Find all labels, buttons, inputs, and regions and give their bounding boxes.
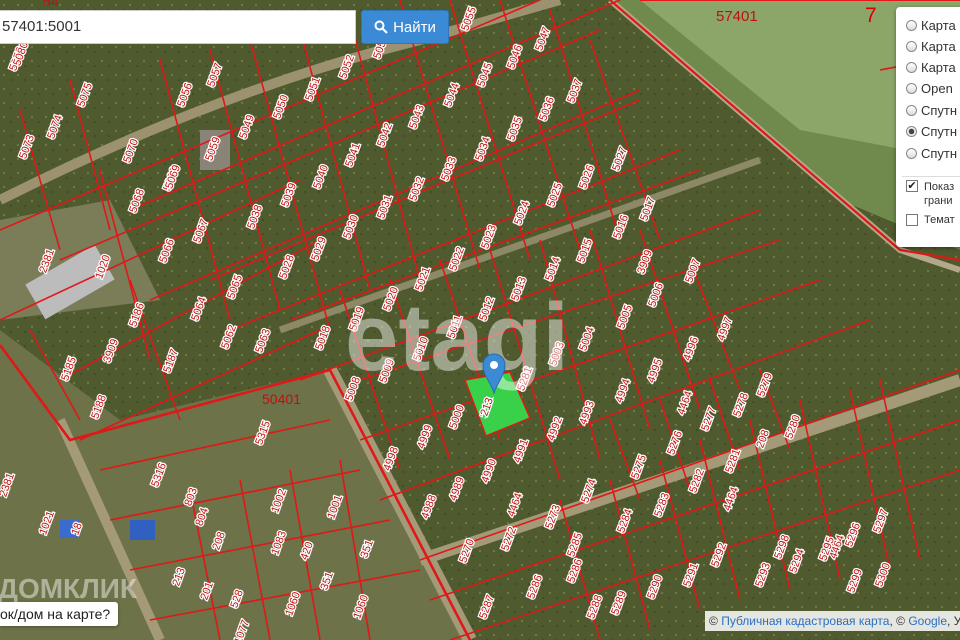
- radio-icon[interactable]: [906, 147, 917, 159]
- layer-option-3[interactable]: Карта: [906, 58, 956, 76]
- show-borders-label: Показ грани: [924, 180, 954, 208]
- checkbox-icon[interactable]: [906, 214, 918, 226]
- layer-option-2[interactable]: Карта: [906, 37, 956, 55]
- show-borders-line2: грани: [924, 195, 953, 207]
- layer-option-1[interactable]: Карта: [906, 16, 956, 34]
- thematic-option[interactable]: Темат: [906, 214, 955, 226]
- checkbox-checked-icon[interactable]: ✔: [906, 180, 918, 192]
- watermark-domclick: ДОМКЛИК: [0, 573, 138, 604]
- search-button-label: Найти: [393, 18, 436, 36]
- search-button[interactable]: Найти: [361, 10, 449, 44]
- copyright-symbol: ©: [709, 614, 718, 628]
- corner-number: 7: [865, 4, 877, 27]
- radio-icon[interactable]: [906, 104, 917, 116]
- show-borders-option[interactable]: ✔ Показ грани: [906, 180, 954, 208]
- layer-option-label: Карта: [921, 59, 956, 75]
- layer-option-7[interactable]: Спутн: [906, 144, 957, 162]
- radio-icon[interactable]: [906, 19, 917, 31]
- attribution: © Публичная кадастровая карта, © Google,…: [705, 611, 960, 631]
- search-input[interactable]: 57401:5001: [0, 10, 356, 44]
- building: [130, 520, 155, 540]
- area-label-top: 57401: [716, 8, 758, 25]
- show-borders-line1: Показ: [924, 181, 955, 193]
- attribution-sep: , ©: [889, 614, 905, 628]
- cadastral-map-link[interactable]: Публичная кадастровая карта: [721, 614, 889, 628]
- layer-option-label: Спутн: [921, 102, 958, 118]
- layer-switcher: Карта Карта Карта Open Спутн Спутн Спутн…: [896, 7, 960, 247]
- map-canvas[interactable]: 5001500250035004500550065007500850095010…: [0, 0, 960, 640]
- layer-option-label: Спутн: [921, 145, 958, 161]
- layer-option-5[interactable]: Спутн: [906, 101, 957, 119]
- thematic-label: Темат: [924, 214, 955, 226]
- layer-option-label: Спутн: [921, 123, 958, 139]
- divider: [902, 176, 960, 177]
- radio-icon[interactable]: [906, 82, 917, 94]
- attribution-tail: , Ус: [947, 614, 960, 628]
- search-icon: [374, 20, 388, 34]
- layer-option-4[interactable]: Open: [906, 79, 953, 97]
- google-link[interactable]: Google: [908, 614, 947, 628]
- layer-option-label: Open: [921, 80, 953, 96]
- area-label-mid: 50401: [262, 391, 301, 407]
- radio-checked-icon[interactable]: [906, 125, 917, 137]
- radio-icon[interactable]: [906, 40, 917, 52]
- layer-option-label: Карта: [921, 38, 956, 54]
- area-label-partial: 54: [43, 0, 59, 9]
- watermark-etagi: etagi: [345, 284, 569, 391]
- radio-icon[interactable]: [906, 61, 917, 73]
- find-on-map-link[interactable]: ок/дом на карте?: [0, 602, 119, 626]
- layer-option-6[interactable]: Спутн: [906, 122, 957, 140]
- layer-option-label: Карта: [921, 17, 956, 33]
